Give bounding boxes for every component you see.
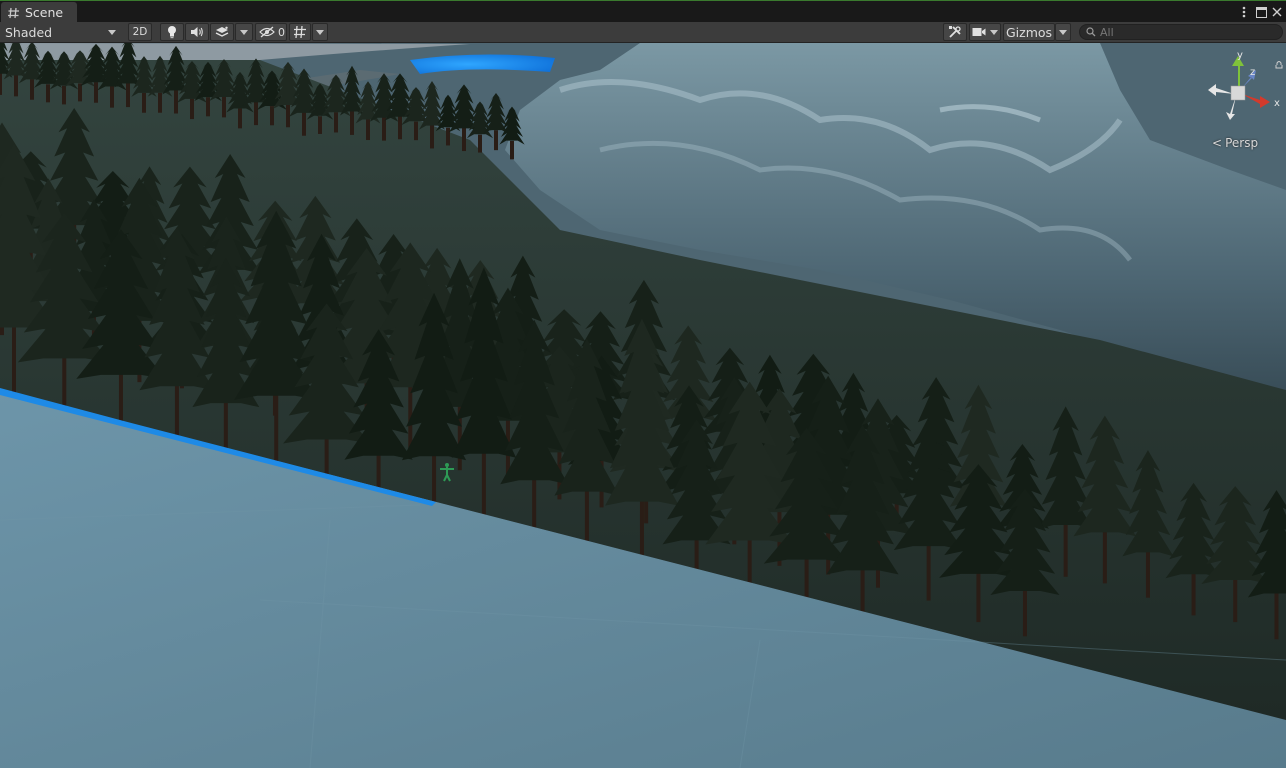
grid-dropdown-button[interactable] bbox=[312, 23, 328, 41]
scene-audio-button[interactable] bbox=[185, 23, 209, 41]
chevron-down-icon bbox=[108, 30, 116, 35]
search-icon bbox=[1086, 27, 1096, 37]
hidden-objects-count: 0 bbox=[278, 25, 285, 39]
gizmo-y-label: y bbox=[1237, 50, 1243, 61]
grid-icon bbox=[294, 25, 306, 39]
lightbulb-icon bbox=[168, 26, 176, 39]
x-axis-cone-icon bbox=[1242, 94, 1270, 108]
shading-mode-dropdown[interactable]: Shaded bbox=[0, 22, 121, 42]
chevron-down-icon bbox=[1059, 29, 1067, 35]
camera-icon bbox=[972, 28, 986, 36]
hidden-eye-icon bbox=[259, 26, 275, 38]
search-input[interactable] bbox=[1096, 25, 1270, 39]
shading-mode-label: Shaded bbox=[5, 24, 53, 40]
tab-scene-label: Scene bbox=[25, 5, 64, 20]
scene-visibility-button[interactable]: 0 bbox=[255, 23, 287, 41]
tools-button[interactable] bbox=[943, 23, 967, 41]
scene-lighting-button[interactable] bbox=[160, 23, 184, 41]
orientation-gizmo[interactable]: y z x bbox=[1204, 48, 1284, 123]
toggle-2d-button[interactable]: 2D bbox=[128, 23, 152, 41]
projection-label: Persp bbox=[1225, 136, 1259, 150]
effects-layers-icon bbox=[215, 26, 229, 37]
gizmo-x-label: x bbox=[1274, 98, 1280, 109]
chevron-down-icon bbox=[990, 29, 998, 35]
effects-dropdown-button[interactable] bbox=[235, 23, 253, 41]
camera-settings-button[interactable] bbox=[969, 23, 1001, 41]
tab-scene[interactable]: Scene bbox=[1, 2, 77, 23]
gizmos-label: Gizmos bbox=[1005, 24, 1053, 40]
y-axis-cone-icon bbox=[1232, 56, 1244, 90]
scene-hash-icon bbox=[8, 7, 19, 18]
scene-render bbox=[0, 43, 1286, 768]
close-icon[interactable] bbox=[1270, 4, 1284, 20]
scene-toolbar: Shaded 2D 0 Gizmos All bbox=[0, 22, 1286, 43]
chevron-left-icon: < bbox=[1212, 136, 1223, 150]
window-tab-bar: Scene bbox=[0, 0, 1286, 23]
gizmos-dropdown-button[interactable] bbox=[1055, 23, 1071, 41]
grid-toggle-button[interactable] bbox=[289, 23, 311, 41]
more-options-icon[interactable] bbox=[1237, 4, 1251, 20]
chevron-down-icon bbox=[240, 29, 248, 35]
gizmo-z-label: z bbox=[1250, 67, 1255, 78]
scene-viewport[interactable]: y z x < Persp bbox=[0, 43, 1286, 768]
gizmos-button[interactable]: Gizmos bbox=[1003, 23, 1055, 41]
toggle-2d-label: 2D bbox=[132, 26, 148, 38]
projection-toggle[interactable]: < Persp bbox=[1212, 136, 1258, 150]
lock-icon bbox=[1275, 61, 1283, 69]
scene-search-field[interactable] bbox=[1079, 24, 1283, 40]
maximize-icon[interactable] bbox=[1254, 4, 1268, 20]
tools-icon bbox=[949, 26, 961, 38]
speaker-icon bbox=[191, 27, 203, 37]
chevron-down-icon bbox=[316, 29, 324, 35]
scene-effects-button[interactable] bbox=[210, 23, 234, 41]
